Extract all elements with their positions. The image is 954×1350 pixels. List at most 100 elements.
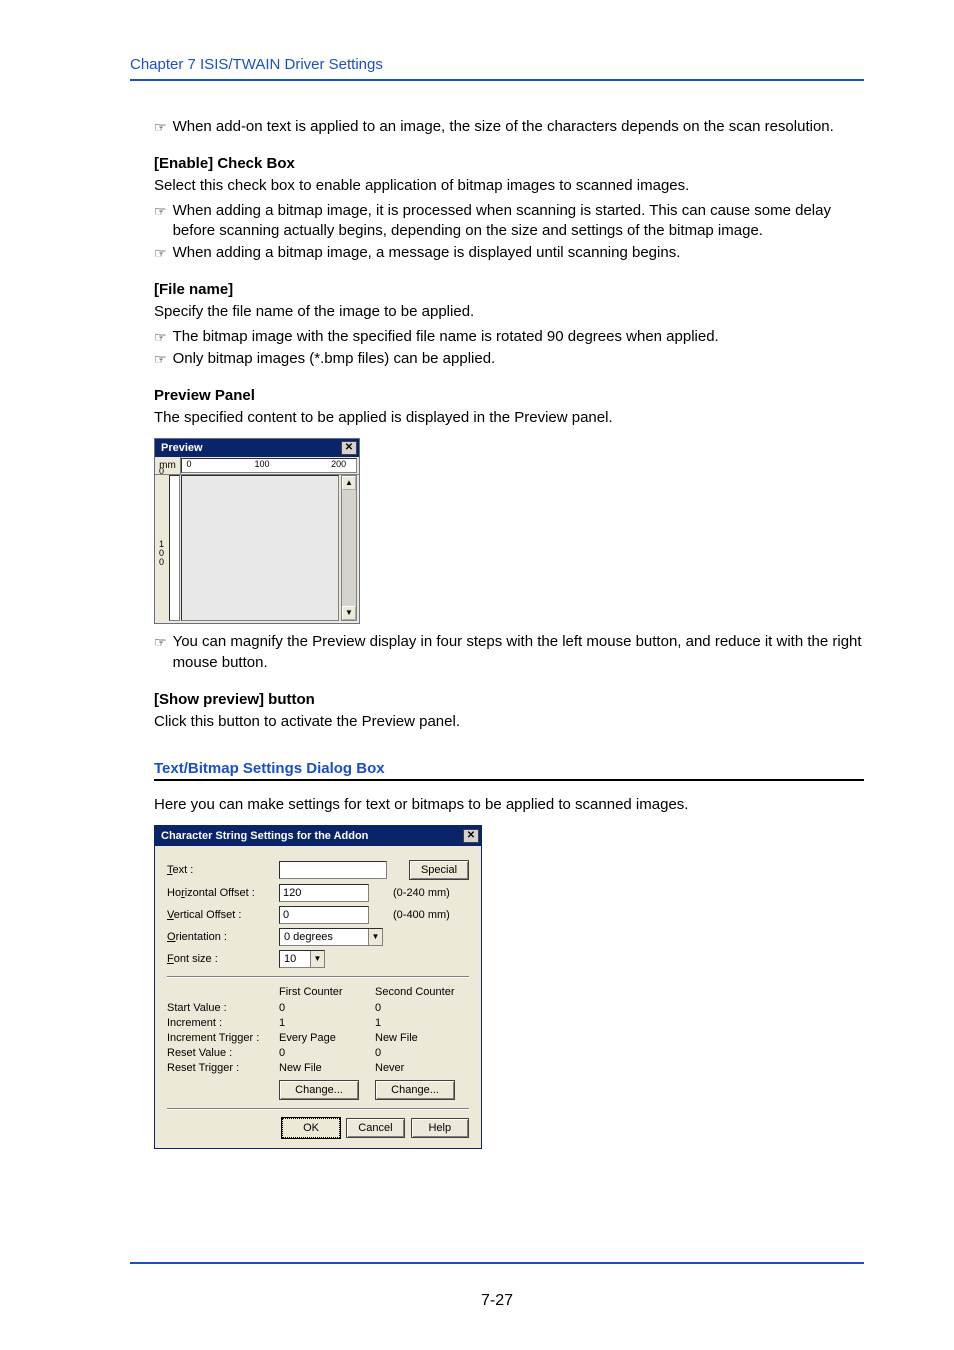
pointer-icon: ☞ [154, 327, 167, 347]
font-size-label: Font size : [167, 953, 279, 965]
change-first-button[interactable]: Change... [279, 1080, 359, 1100]
increment-trigger-c2: New File [375, 1032, 469, 1044]
start-value-c2: 0 [375, 1002, 469, 1014]
text-input[interactable] [279, 861, 387, 879]
help-button[interactable]: Help [411, 1118, 469, 1138]
section-title: Text/Bitmap Settings Dialog Box [154, 760, 864, 777]
increment-trigger-c1: Every Page [279, 1032, 375, 1044]
preview-title: Preview [161, 442, 203, 454]
increment-c1: 1 [279, 1017, 375, 1029]
pointer-icon: ☞ [154, 632, 167, 652]
special-button[interactable]: Special [409, 860, 469, 880]
reset-value-c1: 0 [279, 1047, 375, 1059]
dialog-separator [167, 1108, 469, 1110]
note-addon-text: When add-on text is applied to an image,… [173, 117, 864, 137]
chevron-down-icon[interactable]: ▼ [368, 929, 382, 945]
preview-panel: Preview ✕ mm 0 100 200 0 1 0 [154, 438, 360, 624]
enable-note-2: ☞ When adding a bitmap image, a message … [154, 243, 864, 263]
horizontal-offset-label: Horizontal Offset : [167, 887, 279, 899]
header-rule [130, 79, 864, 81]
dialog-title: Character String Settings for the Addon [161, 830, 368, 842]
reset-value-c2: 0 [375, 1047, 469, 1059]
counter-header: First Counter Second Counter [167, 986, 469, 998]
increment-label: Increment : [167, 1017, 279, 1029]
preview-scrollbar[interactable]: ▲ ▼ [341, 475, 357, 621]
vertical-offset-label: Vertical Offset : [167, 909, 279, 921]
row-start-value: Start Value : 0 0 [167, 1002, 469, 1014]
ok-button[interactable]: OK [282, 1118, 340, 1138]
section-rule [154, 779, 864, 781]
orientation-label: Orientation : [167, 931, 279, 943]
chevron-down-icon[interactable]: ▼ [310, 951, 324, 967]
addon-settings-dialog: Character String Settings for the Addon … [154, 825, 482, 1149]
preview-v-ruler [169, 475, 180, 621]
preview-note: ☞ You can magnify the Preview display in… [154, 632, 864, 673]
show-preview-desc: Click this button to activate the Previe… [154, 712, 864, 732]
horizontal-offset-input[interactable]: 120 [279, 884, 369, 902]
pointer-icon: ☞ [154, 201, 167, 221]
reset-trigger-c1: New File [279, 1062, 375, 1074]
ruler-tick-100: 100 [255, 459, 270, 469]
filename-note-1-text: The bitmap image with the specified file… [173, 327, 864, 347]
vertical-offset-input[interactable]: 0 [279, 906, 369, 924]
preview-area[interactable] [181, 475, 339, 621]
v-ruler-0: 0 [156, 467, 167, 476]
preview-note-text: You can magnify the Preview display in f… [173, 632, 864, 673]
scroll-down-icon[interactable]: ▼ [342, 606, 356, 620]
chapter-header: Chapter 7 ISIS/TWAIN Driver Settings [130, 56, 864, 73]
cancel-button[interactable]: Cancel [346, 1118, 404, 1138]
font-size-select[interactable]: 10 ▼ [279, 950, 325, 968]
vertical-offset-range: (0-400 mm) [393, 909, 450, 921]
v-ruler-100-3: 0 [156, 558, 167, 567]
preview-titlebar: Preview ✕ [155, 439, 359, 457]
row-reset-trigger: Reset Trigger : New File Never [167, 1062, 469, 1074]
dialog-separator [167, 976, 469, 978]
filename-note-2: ☞ Only bitmap images (*.bmp files) can b… [154, 349, 864, 369]
dialog-titlebar: Character String Settings for the Addon … [155, 826, 481, 846]
heading-filename: [File name] [154, 281, 864, 298]
pointer-icon: ☞ [154, 117, 167, 137]
filename-desc: Specify the file name of the image to be… [154, 302, 864, 322]
row-increment: Increment : 1 1 [167, 1017, 469, 1029]
ruler-tick-0: 0 [186, 459, 191, 469]
heading-enable: [Enable] Check Box [154, 155, 864, 172]
footer-rule [130, 1262, 864, 1264]
page-footer: 7-27 [130, 1262, 864, 1310]
preview-v-label: 0 1 0 0 [155, 531, 167, 567]
enable-note-1: ☞ When adding a bitmap image, it is proc… [154, 201, 864, 242]
close-icon[interactable]: ✕ [463, 829, 479, 843]
text-label: Text : [167, 864, 279, 876]
heading-preview: Preview Panel [154, 387, 864, 404]
horizontal-offset-range: (0-240 mm) [393, 887, 450, 899]
enable-note-2-text: When adding a bitmap image, a message is… [173, 243, 864, 263]
enable-note-1-text: When adding a bitmap image, it is proces… [173, 201, 864, 242]
scroll-up-icon[interactable]: ▲ [342, 476, 356, 490]
first-counter-header: First Counter [279, 986, 375, 998]
orientation-select[interactable]: 0 degrees ▼ [279, 928, 383, 946]
reset-trigger-label: Reset Trigger : [167, 1062, 279, 1074]
filename-note-1: ☞ The bitmap image with the specified fi… [154, 327, 864, 347]
increment-c2: 1 [375, 1017, 469, 1029]
second-counter-header: Second Counter [375, 986, 469, 998]
note-addon: ☞ When add-on text is applied to an imag… [154, 117, 864, 137]
change-second-button[interactable]: Change... [375, 1080, 455, 1100]
font-size-value: 10 [280, 951, 300, 967]
start-value-c1: 0 [279, 1002, 375, 1014]
enable-desc: Select this check box to enable applicat… [154, 176, 864, 196]
pointer-icon: ☞ [154, 243, 167, 263]
ruler-tick-200: 200 [331, 459, 346, 469]
row-reset-value: Reset Value : 0 0 [167, 1047, 469, 1059]
section-desc: Here you can make settings for text or b… [154, 795, 864, 815]
pointer-icon: ☞ [154, 349, 167, 369]
heading-show-preview: [Show preview] button [154, 691, 864, 708]
page-number: 7-27 [130, 1292, 864, 1310]
preview-desc: The specified content to be applied is d… [154, 408, 864, 428]
reset-value-label: Reset Value : [167, 1047, 279, 1059]
preview-h-ruler: 0 100 200 [181, 458, 357, 473]
start-value-label: Start Value : [167, 1002, 279, 1014]
orientation-value: 0 degrees [280, 929, 337, 945]
row-increment-trigger: Increment Trigger : Every Page New File [167, 1032, 469, 1044]
reset-trigger-c2: Never [375, 1062, 469, 1074]
increment-trigger-label: Increment Trigger : [167, 1032, 279, 1044]
close-icon[interactable]: ✕ [341, 441, 357, 455]
